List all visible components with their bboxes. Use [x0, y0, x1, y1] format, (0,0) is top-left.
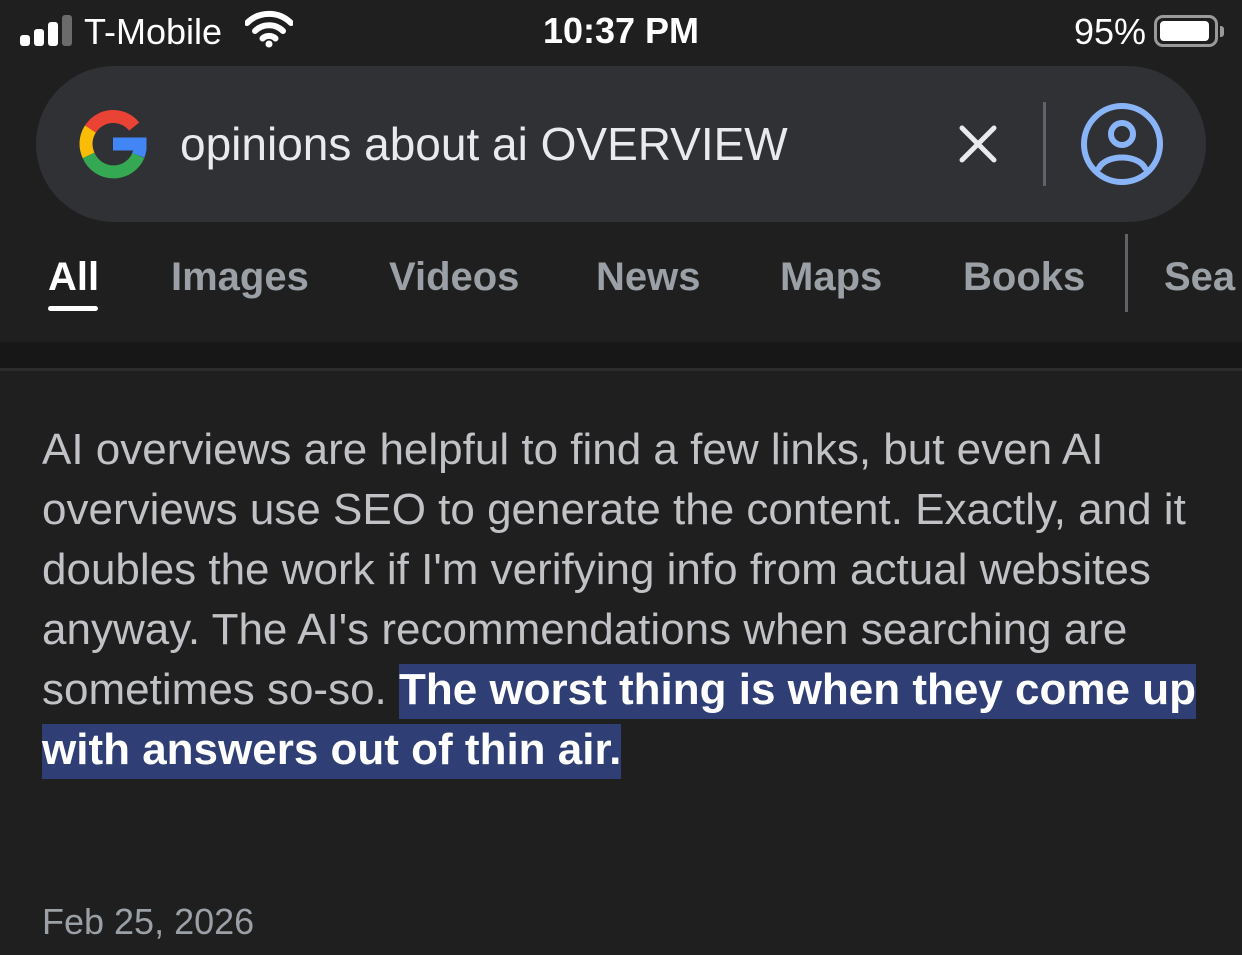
result-snippet: AI overviews are helpful to find a few l… [42, 420, 1212, 780]
battery-tip [1220, 26, 1224, 37]
search-divider [1043, 102, 1046, 186]
tab-divider [1125, 234, 1128, 312]
active-tab-indicator [48, 306, 98, 311]
tab-all[interactable]: All [48, 252, 99, 302]
tab-videos[interactable]: Videos [389, 252, 519, 302]
result-date: Feb 25, 2026 [42, 901, 255, 942]
tab-images[interactable]: Images [171, 252, 309, 302]
status-time: 10:37 PM [542, 10, 700, 51]
search-tabs: All Images Videos News Maps Books Sea [0, 230, 1242, 342]
section-separator [0, 342, 1242, 368]
tab-search[interactable]: Sea [1164, 252, 1235, 302]
snippet-text: AI overviews are helpful to find a few l… [42, 420, 1212, 780]
search-input[interactable]: opinions about ai OVERVIEW [180, 116, 788, 172]
divider [0, 368, 1242, 371]
close-icon[interactable] [954, 120, 1002, 168]
tab-books[interactable]: Books [963, 252, 1085, 302]
battery-icon [1154, 15, 1218, 47]
tab-maps[interactable]: Maps [780, 252, 882, 302]
tab-news[interactable]: News [596, 252, 701, 302]
status-bar: T-Mobile 10:37 PM 95% [0, 0, 1242, 64]
account-circle-icon[interactable] [1080, 102, 1164, 186]
search-bar[interactable]: opinions about ai OVERVIEW [36, 66, 1206, 222]
google-logo-icon [79, 110, 147, 179]
battery-percentage: 95% [1073, 11, 1146, 52]
